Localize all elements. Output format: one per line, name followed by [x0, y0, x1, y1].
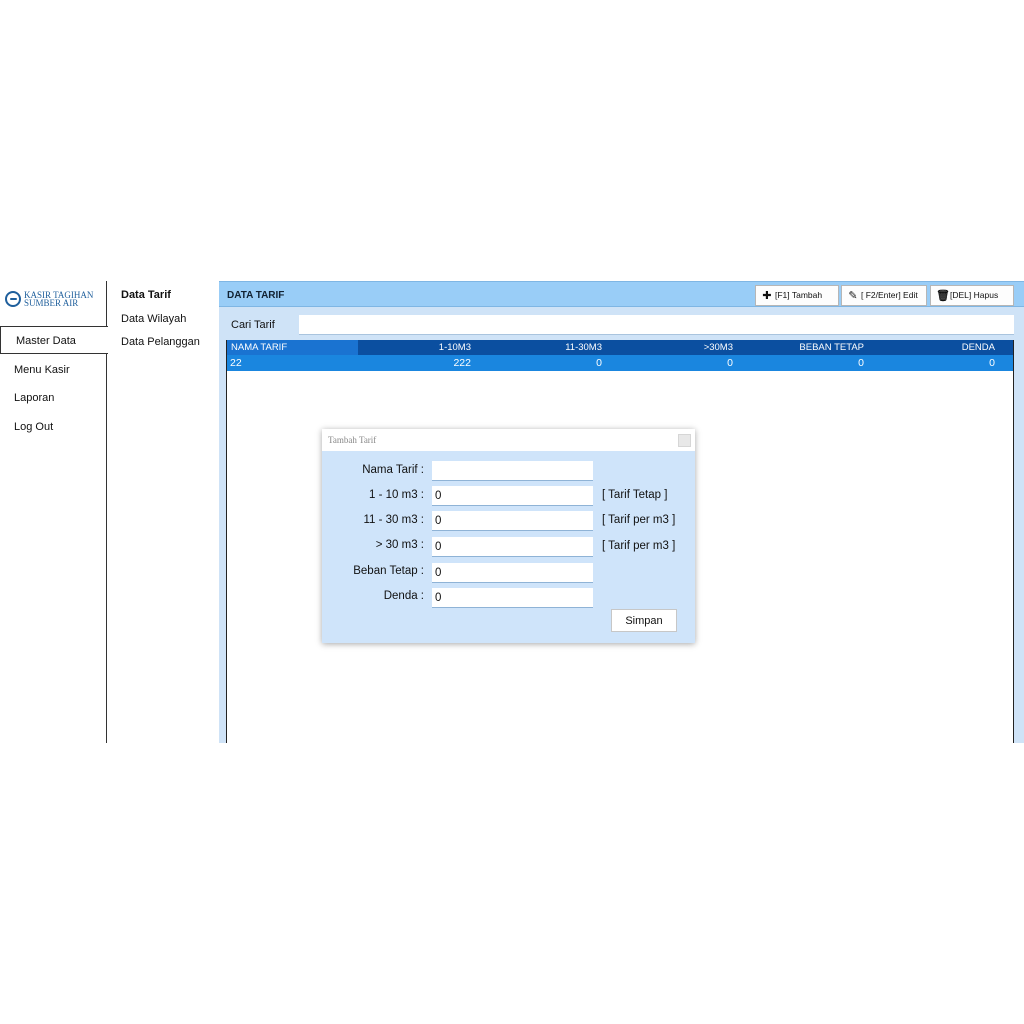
submenu-item-data-tarif[interactable]: Data Tarif — [121, 289, 171, 301]
beban-tetap-input[interactable] — [432, 563, 593, 583]
submenu-item-data-wilayah[interactable]: Data Wilayah — [121, 313, 186, 325]
tarif-30m3-input[interactable] — [432, 537, 593, 557]
cell-denda: 0 — [989, 357, 995, 369]
nav-item-laporan[interactable]: Laporan — [0, 384, 107, 412]
col-30m3[interactable]: >30M3 — [704, 342, 733, 353]
delete-button-label: [DEL] Hapus — [950, 290, 999, 300]
trash-icon: 🗑 — [936, 290, 950, 302]
nav-item-log-out[interactable]: Log Out — [0, 413, 107, 441]
search-input[interactable] — [299, 315, 1014, 335]
table-row[interactable]: 22 222 0 0 0 0 — [227, 355, 1013, 371]
add-button-label: [F1] Tambah — [775, 290, 823, 300]
table-header: NAMA TARIF 1-10M3 11-30M3 >30M3 BEBAN TE… — [227, 340, 1013, 355]
col-11-30m3[interactable]: 11-30M3 — [565, 342, 602, 353]
label-beban-tetap: Beban Tetap : — [353, 565, 424, 577]
add-button[interactable]: ✚ [F1] Tambah — [755, 285, 839, 306]
app-logo: KASIR TAGIHAN SUMBER AIR — [4, 289, 104, 311]
logo-icon — [5, 291, 21, 307]
col-nama-tarif[interactable]: NAMA TARIF — [231, 342, 287, 353]
label-nama-tarif: Nama Tarif : — [362, 464, 424, 476]
dialog-title: Tambah Tarif — [328, 435, 377, 445]
nav-item-master-data[interactable]: Master Data — [0, 326, 108, 354]
plus-icon: ✚ — [762, 290, 772, 302]
search-label: Cari Tarif — [231, 319, 275, 331]
hint-tarif-per-m3-b: [ Tarif per m3 ] — [602, 540, 676, 552]
col-denda[interactable]: DENDA — [962, 342, 995, 353]
close-icon[interactable] — [678, 434, 691, 447]
tarif-1-10m3-input[interactable] — [432, 486, 593, 506]
submenu-item-data-pelanggan[interactable]: Data Pelanggan — [121, 336, 200, 348]
edit-button[interactable]: ✎[ F2/Enter] Edit — [841, 285, 927, 306]
cell-11-30m3: 0 — [596, 357, 602, 369]
submenu-panel: Data Tarif Data Wilayah Data Pelanggan — [107, 281, 219, 743]
nama-tarif-input[interactable] — [432, 461, 593, 481]
save-button[interactable]: Simpan — [611, 609, 677, 632]
denda-input[interactable] — [432, 588, 593, 608]
label-denda: Denda : — [383, 590, 424, 602]
hint-tarif-tetap: [ Tarif Tetap ] — [602, 489, 668, 501]
dialog-titlebar[interactable]: Tambah Tarif — [322, 429, 695, 451]
cell-beban-tetap: 0 — [858, 357, 864, 369]
col-beban-tetap[interactable]: BEBAN TETAP — [799, 342, 864, 353]
edit-button-label: [ F2/Enter] Edit — [861, 290, 918, 300]
add-tariff-dialog: Tambah Tarif Nama Tarif : 1 - 10 m3 : [ … — [322, 429, 695, 643]
page-header: DATA TARIF ✚ [F1] Tambah ✎[ F2/Enter] Edi… — [219, 281, 1024, 307]
nav-item-menu-kasir[interactable]: Menu Kasir — [0, 356, 107, 384]
label-11-30m3: 11 - 30 m3 : — [363, 514, 424, 526]
label-30m3: > 30 m3 : — [375, 539, 424, 551]
cell-nama-tarif: 22 — [230, 357, 242, 369]
tarif-11-30m3-input[interactable] — [432, 511, 593, 531]
pencil-icon: ✎ — [848, 290, 858, 302]
hint-tarif-per-m3-a: [ Tarif per m3 ] — [602, 514, 676, 526]
col-1-10m3[interactable]: 1-10M3 — [439, 342, 471, 353]
cell-1-10m3: 222 — [453, 357, 471, 369]
page-title: DATA TARIF — [227, 290, 285, 301]
cell-30m3: 0 — [727, 357, 733, 369]
logo-text-line2: SUMBER AIR — [24, 298, 79, 308]
delete-button[interactable]: 🗑[DEL] Hapus — [930, 285, 1014, 306]
label-1-10m3: 1 - 10 m3 : — [369, 489, 424, 501]
